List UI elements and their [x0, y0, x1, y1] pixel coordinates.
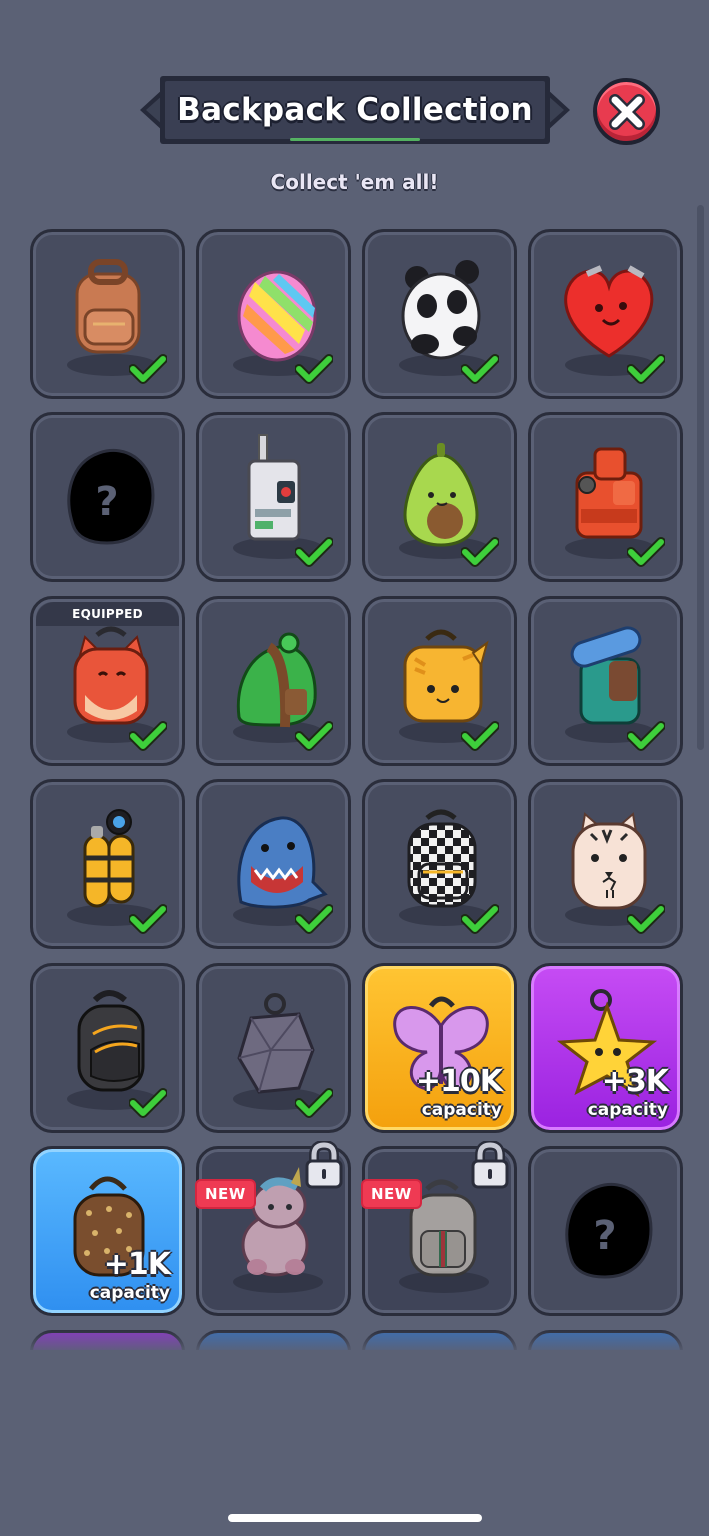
owned-check-icon — [627, 354, 665, 384]
backpack-tile-rainbow[interactable] — [196, 229, 351, 399]
owned-check-icon — [627, 537, 665, 567]
owned-check-icon — [295, 904, 333, 934]
owned-check-icon — [461, 537, 499, 567]
backpack-tile-white-tiger[interactable] — [528, 779, 683, 949]
mystery-backpack-icon: ? — [565, 1182, 653, 1279]
new-badge: NEW — [361, 1179, 422, 1209]
backpack-tile-robot[interactable] — [196, 412, 351, 582]
backpack-tile-avocado[interactable] — [362, 412, 517, 582]
backpack-tile-tiger-cat[interactable] — [362, 596, 517, 766]
svg-text:?: ? — [593, 1213, 616, 1259]
backpack-tile-orange-hiking[interactable] — [528, 412, 683, 582]
backpack-tile-mystery[interactable]: ? — [30, 412, 185, 582]
owned-check-icon — [129, 1088, 167, 1118]
owned-check-icon — [129, 904, 167, 934]
capacity-bonus-label: capacity — [421, 1100, 502, 1120]
backpack-tile-luxury[interactable]: NEW — [361, 1141, 517, 1316]
capacity-bonus-amount: +3K — [601, 1064, 669, 1099]
owned-check-icon — [295, 354, 333, 384]
backpack-tile-heart[interactable] — [528, 229, 683, 399]
backpack-tile-mystery-2[interactable]: ? — [528, 1146, 683, 1316]
capacity-bonus-amount: +10K — [415, 1064, 503, 1099]
home-indicator[interactable] — [228, 1514, 482, 1522]
lock-icon — [471, 1141, 509, 1189]
owned-check-icon — [295, 537, 333, 567]
backpack-tile-crystal[interactable] — [196, 963, 351, 1133]
backpack-tile-designer[interactable]: +1K capacity — [30, 1146, 185, 1316]
capacity-bonus-label: capacity — [587, 1100, 668, 1120]
owned-check-icon — [461, 904, 499, 934]
backpack-tile-black-sling[interactable] — [30, 963, 185, 1133]
backpack-tile-checkered[interactable] — [362, 779, 517, 949]
owned-check-icon — [295, 1088, 333, 1118]
capacity-bonus-label: capacity — [89, 1283, 170, 1303]
owned-check-icon — [461, 721, 499, 751]
backpack-tile-panda[interactable] — [362, 229, 517, 399]
backpack-tile-fox[interactable]: EQUIPPED — [30, 596, 185, 766]
backpack-tile-butterfly[interactable]: +10K capacity — [362, 963, 517, 1133]
owned-check-icon — [627, 721, 665, 751]
svg-text:?: ? — [95, 479, 118, 525]
new-badge: NEW — [195, 1179, 256, 1209]
backpack-tile-scuba[interactable] — [30, 779, 185, 949]
backpack-grid: ? EQUIPPED +10K capacity +3K capacity +1… — [0, 0, 709, 1350]
mystery-backpack-icon: ? — [67, 448, 155, 545]
backpack-tile-camping[interactable] — [528, 596, 683, 766]
owned-check-icon — [627, 904, 665, 934]
backpack-tile-brown[interactable] — [30, 229, 185, 399]
lock-icon — [305, 1141, 343, 1189]
capacity-bonus-amount: +1K — [103, 1247, 171, 1282]
backpack-tile-star[interactable]: +3K capacity — [528, 963, 683, 1133]
backpack-tile-green[interactable] — [196, 596, 351, 766]
owned-check-icon — [295, 721, 333, 751]
backpack-tile-shark[interactable] — [196, 779, 351, 949]
owned-check-icon — [461, 354, 499, 384]
backpack-tile-unicorn[interactable]: NEW — [195, 1141, 351, 1316]
owned-check-icon — [129, 354, 167, 384]
owned-check-icon — [129, 721, 167, 751]
